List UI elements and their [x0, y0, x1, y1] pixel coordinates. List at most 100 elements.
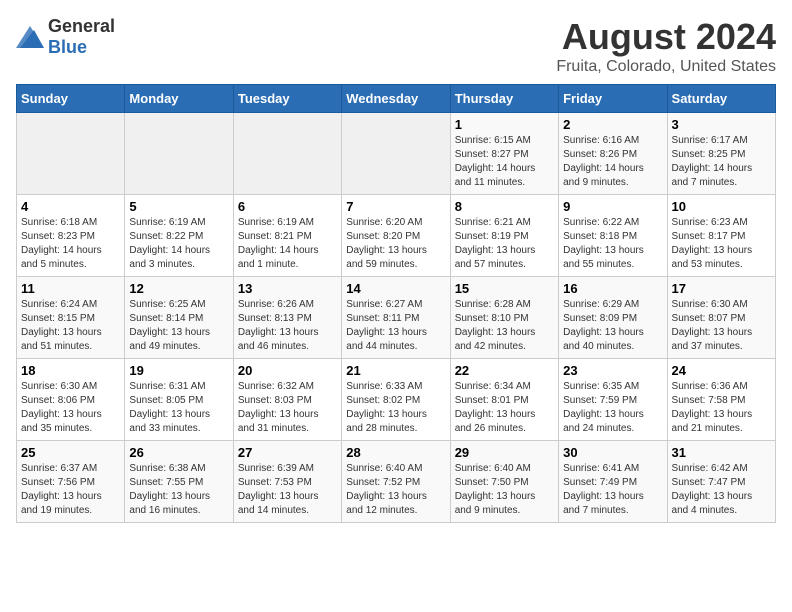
- day-info: Sunrise: 6:28 AM Sunset: 8:10 PM Dayligh…: [455, 298, 554, 354]
- calendar-cell: [125, 113, 233, 195]
- calendar-week-row: 4Sunrise: 6:18 AM Sunset: 8:23 PM Daylig…: [17, 195, 776, 277]
- day-info: Sunrise: 6:19 AM Sunset: 8:21 PM Dayligh…: [238, 216, 337, 272]
- day-number: 15: [455, 281, 554, 296]
- calendar-cell: 21 Sunrise: 6:33 AM Sunset: 8:02 PM Dayli…: [342, 359, 450, 441]
- day-info: Sunrise: 6:37 AM Sunset: 7:56 PM Dayligh…: [21, 462, 120, 518]
- day-info: Sunrise: 6:20 AM Sunset: 8:20 PM Dayligh…: [346, 216, 445, 272]
- day-info: Sunrise: 6:27 AM Sunset: 8:11 PM Dayligh…: [346, 298, 445, 354]
- day-number: 25: [21, 445, 120, 460]
- calendar-cell: 22Sunrise: 6:34 AM Sunset: 8:01 PM Dayli…: [450, 359, 558, 441]
- calendar-cell: 2Sunrise: 6:16 AM Sunset: 8:26 PM Daylig…: [559, 113, 667, 195]
- day-info: Sunrise: 6:35 AM Sunset: 7:59 PM Dayligh…: [563, 380, 662, 436]
- calendar-cell: 25 Sunrise: 6:37 AM Sunset: 7:56 PM Dayli…: [17, 441, 125, 523]
- calendar-cell: 18Sunrise: 6:30 AM Sunset: 8:06 PM Dayli…: [17, 359, 125, 441]
- day-info: Sunrise: 6:19 AM Sunset: 8:22 PM Dayligh…: [129, 216, 228, 272]
- subtitle: Fruita, Colorado, United States: [556, 58, 776, 76]
- day-number: 22: [455, 363, 554, 378]
- calendar-cell: 19 Sunrise: 6:31 AM Sunset: 8:05 PM Dayli…: [125, 359, 233, 441]
- calendar-cell: 17 Sunrise: 6:30 AM Sunset: 8:07 PM Dayli…: [667, 277, 775, 359]
- day-info: Sunrise: 6:40 AM Sunset: 7:50 PM Dayligh…: [455, 462, 554, 518]
- day-number: 2: [563, 117, 662, 132]
- day-info: Sunrise: 6:21 AM Sunset: 8:19 PM Dayligh…: [455, 216, 554, 272]
- day-info: Sunrise: 6:30 AM Sunset: 8:07 PM Dayligh…: [672, 298, 771, 354]
- calendar-cell: [233, 113, 341, 195]
- day-number: 29: [455, 445, 554, 460]
- day-info: Sunrise: 6:40 AM Sunset: 7:52 PM Dayligh…: [346, 462, 445, 518]
- day-number: 20: [238, 363, 337, 378]
- weekday-header: Saturday: [667, 85, 775, 113]
- day-number: 24: [672, 363, 771, 378]
- calendar-cell: 16 Sunrise: 6:29 AM Sunset: 8:09 PM Dayli…: [559, 277, 667, 359]
- main-title: August 2024: [556, 16, 776, 58]
- calendar-table: SundayMondayTuesdayWednesdayThursdayFrid…: [16, 84, 776, 523]
- calendar-cell: [17, 113, 125, 195]
- calendar-cell: 13Sunrise: 6:26 AM Sunset: 8:13 PM Dayli…: [233, 277, 341, 359]
- day-number: 31: [672, 445, 771, 460]
- logo-icon: [16, 26, 44, 48]
- weekday-header: Friday: [559, 85, 667, 113]
- calendar-cell: 10 Sunrise: 6:23 AM Sunset: 8:17 PM Dayli…: [667, 195, 775, 277]
- weekday-header: Thursday: [450, 85, 558, 113]
- day-number: 30: [563, 445, 662, 460]
- calendar-cell: 4Sunrise: 6:18 AM Sunset: 8:23 PM Daylig…: [17, 195, 125, 277]
- day-number: 23: [563, 363, 662, 378]
- day-number: 19: [129, 363, 228, 378]
- calendar-cell: 28Sunrise: 6:40 AM Sunset: 7:52 PM Dayli…: [342, 441, 450, 523]
- day-info: Sunrise: 6:32 AM Sunset: 8:03 PM Dayligh…: [238, 380, 337, 436]
- title-block: August 2024 Fruita, Colorado, United Sta…: [556, 16, 776, 76]
- day-number: 21: [346, 363, 445, 378]
- day-number: 11: [21, 281, 120, 296]
- day-number: 17: [672, 281, 771, 296]
- day-number: 27: [238, 445, 337, 460]
- weekday-header: Monday: [125, 85, 233, 113]
- calendar-week-row: 1 Sunrise: 6:15 AM Sunset: 8:27 PM Daylig…: [17, 113, 776, 195]
- weekday-header: Tuesday: [233, 85, 341, 113]
- day-info: Sunrise: 6:15 AM Sunset: 8:27 PM Dayligh…: [455, 134, 554, 190]
- day-number: 12: [129, 281, 228, 296]
- day-info: Sunrise: 6:31 AM Sunset: 8:05 PM Dayligh…: [129, 380, 228, 436]
- day-number: 4: [21, 199, 120, 214]
- calendar-cell: 11 Sunrise: 6:24 AM Sunset: 8:15 PM Dayli…: [17, 277, 125, 359]
- calendar-cell: 30 Sunrise: 6:41 AM Sunset: 7:49 PM Dayli…: [559, 441, 667, 523]
- weekday-header: Sunday: [17, 85, 125, 113]
- calendar-cell: 15 Sunrise: 6:28 AM Sunset: 8:10 PM Dayli…: [450, 277, 558, 359]
- page-header: General Blue August 2024 Fruita, Colorad…: [16, 16, 776, 76]
- calendar-cell: 5Sunrise: 6:19 AM Sunset: 8:22 PM Daylig…: [125, 195, 233, 277]
- day-info: Sunrise: 6:42 AM Sunset: 7:47 PM Dayligh…: [672, 462, 771, 518]
- day-number: 10: [672, 199, 771, 214]
- header-row: SundayMondayTuesdayWednesdayThursdayFrid…: [17, 85, 776, 113]
- calendar-cell: 12 Sunrise: 6:25 AM Sunset: 8:14 PM Dayli…: [125, 277, 233, 359]
- day-info: Sunrise: 6:25 AM Sunset: 8:14 PM Dayligh…: [129, 298, 228, 354]
- day-info: Sunrise: 6:33 AM Sunset: 8:02 PM Dayligh…: [346, 380, 445, 436]
- calendar-cell: 23 Sunrise: 6:35 AM Sunset: 7:59 PM Dayli…: [559, 359, 667, 441]
- calendar-cell: 3Sunrise: 6:17 AM Sunset: 8:25 PM Daylig…: [667, 113, 775, 195]
- logo-blue: Blue: [48, 37, 87, 57]
- calendar-cell: 14Sunrise: 6:27 AM Sunset: 8:11 PM Dayli…: [342, 277, 450, 359]
- calendar-cell: 1 Sunrise: 6:15 AM Sunset: 8:27 PM Daylig…: [450, 113, 558, 195]
- calendar-cell: 27 Sunrise: 6:39 AM Sunset: 7:53 PM Dayli…: [233, 441, 341, 523]
- day-number: 16: [563, 281, 662, 296]
- logo: General Blue: [16, 16, 115, 58]
- calendar-cell: 20 Sunrise: 6:32 AM Sunset: 8:03 PM Dayli…: [233, 359, 341, 441]
- logo-text: General Blue: [48, 16, 115, 58]
- day-number: 13: [238, 281, 337, 296]
- calendar-cell: 9 Sunrise: 6:22 AM Sunset: 8:18 PM Daylig…: [559, 195, 667, 277]
- day-number: 7: [346, 199, 445, 214]
- logo-general: General: [48, 16, 115, 36]
- day-number: 26: [129, 445, 228, 460]
- day-info: Sunrise: 6:22 AM Sunset: 8:18 PM Dayligh…: [563, 216, 662, 272]
- day-info: Sunrise: 6:23 AM Sunset: 8:17 PM Dayligh…: [672, 216, 771, 272]
- calendar-week-row: 11 Sunrise: 6:24 AM Sunset: 8:15 PM Dayli…: [17, 277, 776, 359]
- weekday-header: Wednesday: [342, 85, 450, 113]
- calendar-cell: 7 Sunrise: 6:20 AM Sunset: 8:20 PM Daylig…: [342, 195, 450, 277]
- calendar-cell: 31 Sunrise: 6:42 AM Sunset: 7:47 PM Dayli…: [667, 441, 775, 523]
- day-number: 9: [563, 199, 662, 214]
- day-info: Sunrise: 6:24 AM Sunset: 8:15 PM Dayligh…: [21, 298, 120, 354]
- day-info: Sunrise: 6:39 AM Sunset: 7:53 PM Dayligh…: [238, 462, 337, 518]
- calendar-cell: 8Sunrise: 6:21 AM Sunset: 8:19 PM Daylig…: [450, 195, 558, 277]
- day-info: Sunrise: 6:29 AM Sunset: 8:09 PM Dayligh…: [563, 298, 662, 354]
- calendar-cell: 29 Sunrise: 6:40 AM Sunset: 7:50 PM Dayli…: [450, 441, 558, 523]
- day-number: 1: [455, 117, 554, 132]
- day-info: Sunrise: 6:41 AM Sunset: 7:49 PM Dayligh…: [563, 462, 662, 518]
- calendar-cell: 26Sunrise: 6:38 AM Sunset: 7:55 PM Dayli…: [125, 441, 233, 523]
